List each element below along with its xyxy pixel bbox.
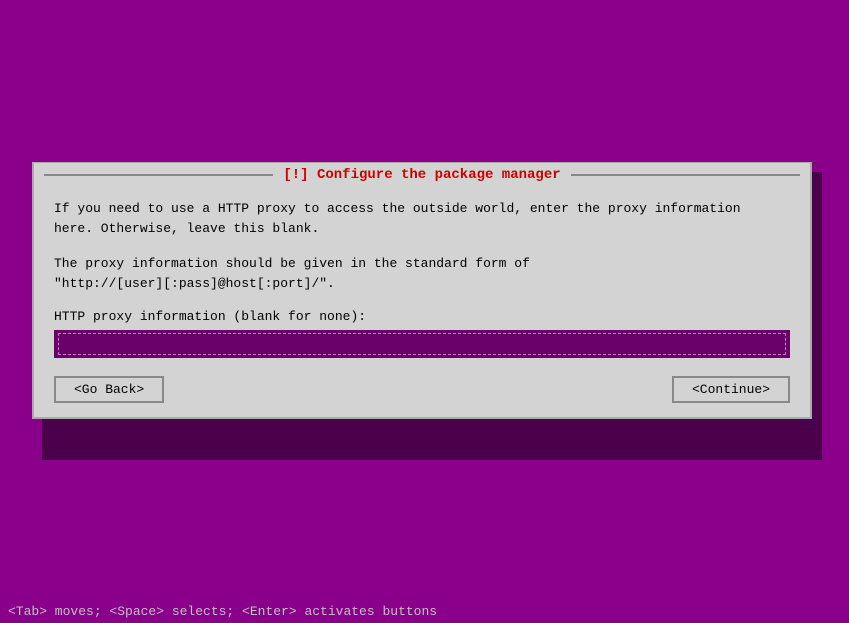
dialog-buttons: <Go Back> <Continue> [34,372,810,417]
proxy-label: HTTP proxy information (blank for none): [54,309,790,324]
dialog: [!] Configure the package manager If you… [32,162,812,419]
status-bar: <Tab> moves; <Space> selects; <Enter> ac… [0,600,849,623]
proxy-input[interactable] [58,333,786,355]
continue-button[interactable]: <Continue> [672,376,790,403]
body-text-2: The proxy information should be given in… [54,254,790,293]
status-text: <Tab> moves; <Space> selects; <Enter> ac… [8,604,437,619]
dialog-content: If you need to use a HTTP proxy to acces… [34,187,810,358]
title-line-right [571,174,800,176]
go-back-button[interactable]: <Go Back> [54,376,164,403]
body-text-1: If you need to use a HTTP proxy to acces… [54,199,790,238]
proxy-input-wrapper [54,330,790,358]
title-line-left [44,174,273,176]
dialog-title: [!] Configure the package manager [273,163,570,187]
dialog-title-bar: [!] Configure the package manager [34,163,810,187]
